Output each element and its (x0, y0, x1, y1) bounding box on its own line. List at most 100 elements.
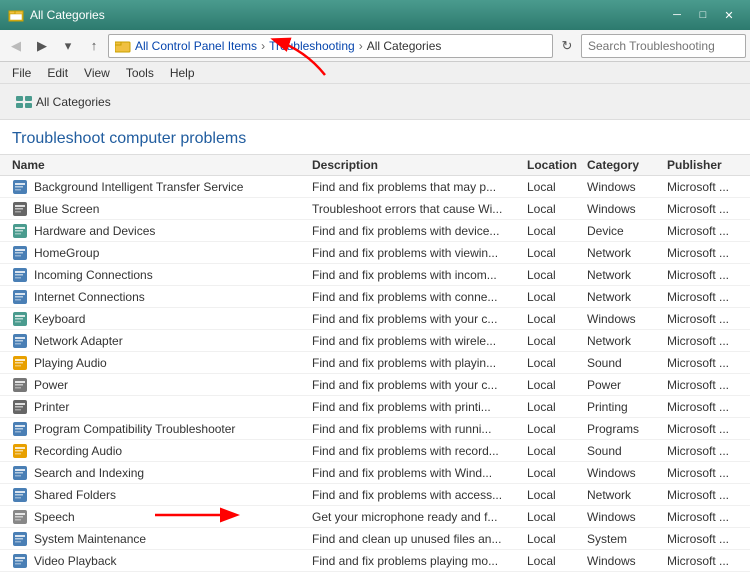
breadcrumb-control-panel[interactable]: All Control Panel Items (135, 39, 257, 53)
row-desc: Find and fix problems with record... (312, 444, 527, 458)
col-name[interactable]: Name (12, 158, 312, 172)
row-name-text: Playing Audio (34, 356, 107, 370)
menu-file[interactable]: File (4, 64, 39, 82)
table-row[interactable]: Network Adapter Find and fix problems wi… (0, 330, 750, 352)
row-location: Local (527, 246, 587, 260)
row-publisher: Microsoft ... (667, 334, 750, 348)
all-categories-button[interactable]: All Categories (8, 90, 119, 114)
table-row[interactable]: Printer Find and fix problems with print… (0, 396, 750, 418)
row-publisher: Microsoft ... (667, 422, 750, 436)
minimize-button[interactable]: ─ (664, 5, 690, 25)
row-location: Local (527, 400, 587, 414)
table-row[interactable]: Program Compatibility Troubleshooter Fin… (0, 418, 750, 440)
table-row[interactable]: Keyboard Find and fix problems with your… (0, 308, 750, 330)
row-location: Local (527, 422, 587, 436)
menu-tools[interactable]: Tools (118, 64, 162, 82)
row-desc: Find and fix problems with wirele... (312, 334, 527, 348)
search-input[interactable] (581, 34, 746, 58)
row-location: Local (527, 378, 587, 392)
breadcrumb-sep-2: › (359, 39, 363, 53)
row-name-cell: Printer (12, 399, 312, 415)
row-name-text: Recording Audio (34, 444, 122, 458)
close-button[interactable]: ✕ (716, 5, 742, 25)
row-publisher: Microsoft ... (667, 554, 750, 568)
breadcrumb-troubleshooting[interactable]: Troubleshooting (269, 39, 355, 53)
table-row[interactable]: Internet Connections Find and fix proble… (0, 286, 750, 308)
table-row[interactable]: Playing Audio Find and fix problems with… (0, 352, 750, 374)
table-header: Name Description Location Category Publi… (0, 154, 750, 176)
row-publisher: Microsoft ... (667, 378, 750, 392)
col-desc[interactable]: Description (312, 158, 527, 172)
back-button[interactable]: ◀ (4, 34, 28, 58)
row-location: Local (527, 268, 587, 282)
row-name-cell: Playing Audio (12, 355, 312, 371)
dropdown-recent-button[interactable]: ▾ (56, 34, 80, 58)
table-row[interactable]: System Maintenance Find and clean up unu… (0, 528, 750, 550)
row-category: Network (587, 268, 667, 282)
row-name-text: Search and Indexing (34, 466, 144, 480)
row-name-text: Network Adapter (34, 334, 123, 348)
row-desc: Find and fix problems that may p... (312, 180, 527, 194)
row-name-text: Incoming Connections (34, 268, 153, 282)
row-category: Network (587, 488, 667, 502)
table-row[interactable]: Incoming Connections Find and fix proble… (0, 264, 750, 286)
row-desc: Find and clean up unused files an... (312, 532, 527, 546)
row-name-cell: Video Playback (12, 553, 312, 569)
row-category: Sound (587, 444, 667, 458)
table-row[interactable]: Video Playback Find and fix problems pla… (0, 550, 750, 572)
forward-button[interactable]: ▶ (30, 34, 54, 58)
menu-bar: File Edit View Tools Help (0, 62, 750, 84)
col-location[interactable]: Location (527, 158, 587, 172)
row-location: Local (527, 466, 587, 480)
up-button[interactable]: ↑ (82, 34, 106, 58)
row-category: Network (587, 334, 667, 348)
row-desc: Find and fix problems with your c... (312, 312, 527, 326)
row-icon (12, 201, 28, 217)
row-name-cell: Program Compatibility Troubleshooter (12, 421, 312, 437)
table-row[interactable]: HomeGroup Find and fix problems with vie… (0, 242, 750, 264)
col-category[interactable]: Category (587, 158, 667, 172)
maximize-button[interactable]: □ (690, 5, 716, 25)
table-row[interactable]: Speech Get your microphone ready and f..… (0, 506, 750, 528)
row-icon (12, 355, 28, 371)
table-row[interactable]: Background Intelligent Transfer Service … (0, 176, 750, 198)
row-name-cell: Internet Connections (12, 289, 312, 305)
row-name-text: Keyboard (34, 312, 85, 326)
row-location: Local (527, 532, 587, 546)
row-name-text: Hardware and Devices (34, 224, 155, 238)
row-category: Windows (587, 312, 667, 326)
menu-help[interactable]: Help (162, 64, 203, 82)
row-icon (12, 509, 28, 525)
row-category: Power (587, 378, 667, 392)
table-row[interactable]: Recording Audio Find and fix problems wi… (0, 440, 750, 462)
table-row[interactable]: Shared Folders Find and fix problems wit… (0, 484, 750, 506)
table-row[interactable]: Blue Screen Troubleshoot errors that cau… (0, 198, 750, 220)
row-category: Printing (587, 400, 667, 414)
row-category: Programs (587, 422, 667, 436)
row-name-cell: Network Adapter (12, 333, 312, 349)
menu-edit[interactable]: Edit (39, 64, 76, 82)
row-name-cell: Hardware and Devices (12, 223, 312, 239)
row-publisher: Microsoft ... (667, 312, 750, 326)
row-name-cell: Shared Folders (12, 487, 312, 503)
breadcrumb-sep-1: › (261, 39, 265, 53)
table-row[interactable]: Power Find and fix problems with your c.… (0, 374, 750, 396)
breadcrumb-current: All Categories (367, 39, 442, 53)
row-icon (12, 377, 28, 393)
title-bar-buttons: ─ □ ✕ (664, 5, 742, 25)
col-publisher[interactable]: Publisher (667, 158, 750, 172)
table-row[interactable]: Hardware and Devices Find and fix proble… (0, 220, 750, 242)
row-location: Local (527, 312, 587, 326)
menu-view[interactable]: View (76, 64, 118, 82)
row-location: Local (527, 202, 587, 216)
refresh-button[interactable]: ↻ (555, 34, 579, 58)
row-desc: Find and fix problems with viewin... (312, 246, 527, 260)
all-categories-icon (16, 94, 32, 110)
row-publisher: Microsoft ... (667, 488, 750, 502)
table-row[interactable]: Search and Indexing Find and fix problem… (0, 462, 750, 484)
content-area[interactable]: Troubleshoot computer problems Name Desc… (0, 120, 750, 573)
row-icon (12, 531, 28, 547)
row-icon (12, 443, 28, 459)
row-desc: Find and fix problems with conne... (312, 290, 527, 304)
row-name-text: HomeGroup (34, 246, 99, 260)
